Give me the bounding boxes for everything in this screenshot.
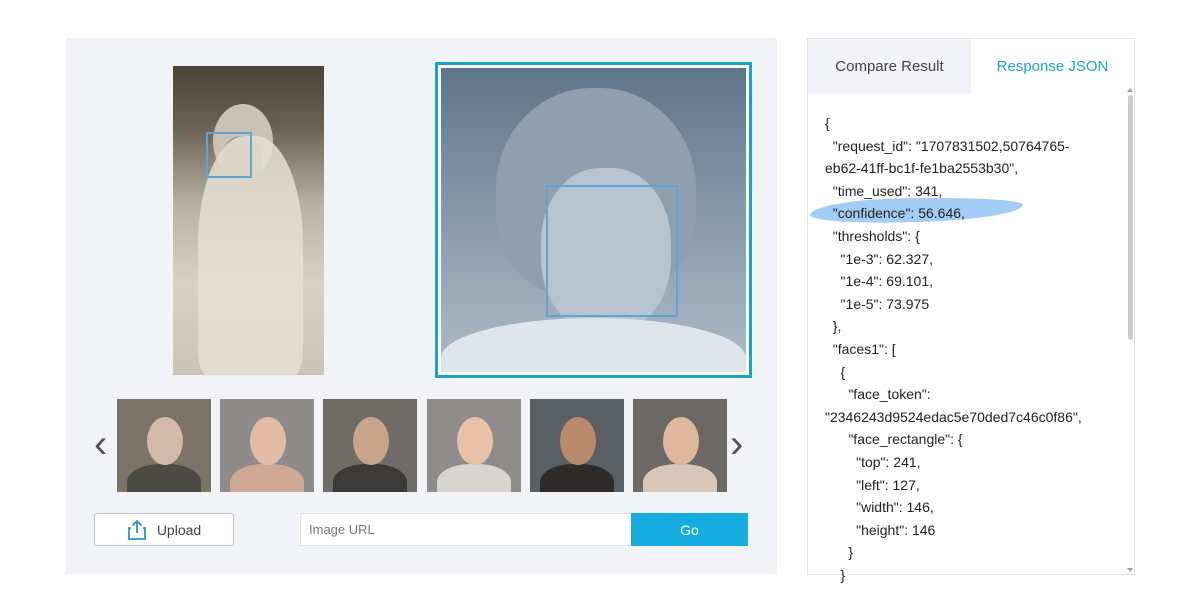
thumbnail-woman-short-hair[interactable] <box>220 399 314 492</box>
thumbnail-face <box>663 417 699 465</box>
json-line: "top": 241, <box>825 453 921 470</box>
json-line: "face_token": <box>825 386 931 403</box>
tab-compare-result[interactable]: Compare Result <box>808 39 971 94</box>
json-line: "2346243d9524edac5e70ded7c46c0f86", <box>825 408 1082 425</box>
thumbnail-smiling-woman-dark-hair[interactable] <box>530 399 624 492</box>
thumbnail-elderly-man-with-glasses[interactable] <box>117 399 211 492</box>
upload-button[interactable]: Upload <box>94 513 234 546</box>
scroll-down-icon[interactable] <box>1127 568 1133 572</box>
tab-response-json[interactable]: Response JSON <box>971 39 1134 94</box>
json-line: { <box>825 363 846 380</box>
json-line: "request_id": "1707831502,50764765- <box>825 137 1070 154</box>
face-box-right <box>546 185 678 317</box>
json-line: "thresholds": { <box>825 227 920 244</box>
thumbnail-body <box>127 464 201 492</box>
image-url-input[interactable] <box>300 513 631 546</box>
thumbnail-man-with-glasses-beard[interactable] <box>323 399 417 492</box>
json-line: "left": 127, <box>825 476 920 493</box>
thumbnail-body <box>540 464 614 492</box>
json-line: "face_rectangle": { <box>825 431 963 448</box>
photo-right-shoulders <box>441 318 746 372</box>
response-json-text: { "request_id": "1707831502,50764765- eb6… <box>825 112 1125 586</box>
thumbnail-face <box>560 417 596 465</box>
json-line: "faces1": [ <box>825 340 896 357</box>
json-line: }, <box>825 318 842 335</box>
json-line: eb62-41ff-bc1f-fe1ba2553b30", <box>825 160 1019 177</box>
json-line: "height": 146 <box>825 521 936 538</box>
thumbnail-girl-brown-hair[interactable] <box>427 399 521 492</box>
result-tabs: Compare Result Response JSON <box>808 39 1134 94</box>
upload-icon <box>127 519 146 540</box>
json-line: "width": 146, <box>825 499 934 516</box>
json-line: } <box>825 544 854 561</box>
thumbnail-body <box>333 464 407 492</box>
json-line: { <box>825 115 830 131</box>
thumbnail-face <box>457 417 493 465</box>
thumbnail-woman-hand-on-face[interactable] <box>633 399 727 492</box>
go-button[interactable]: Go <box>631 513 748 546</box>
thumbnail-body <box>437 464 511 492</box>
thumbnail-face <box>147 417 183 465</box>
face-box-left <box>206 132 252 178</box>
json-line: "1e-4": 69.101, <box>825 273 934 290</box>
thumbnail-face <box>250 417 286 465</box>
thumbnail-body <box>643 464 717 492</box>
chevron-right-icon[interactable]: › <box>730 424 743 464</box>
thumbnail-face <box>353 417 389 465</box>
photo-left-vintage-bride[interactable] <box>173 66 324 375</box>
json-line: "confidence": 56.646, <box>825 205 965 222</box>
json-scrollbar[interactable] <box>1128 95 1133 340</box>
json-line: "1e-3": 62.327, <box>825 250 934 267</box>
chevron-left-icon[interactable]: ‹ <box>94 424 107 464</box>
scroll-up-icon[interactable] <box>1127 88 1133 92</box>
upload-button-label: Upload <box>156 521 202 538</box>
thumbnail-body <box>230 464 304 492</box>
json-line: } <box>825 566 846 583</box>
json-line: "time_used": 341, <box>825 182 943 199</box>
json-line: "1e-5": 73.975 <box>825 295 930 312</box>
